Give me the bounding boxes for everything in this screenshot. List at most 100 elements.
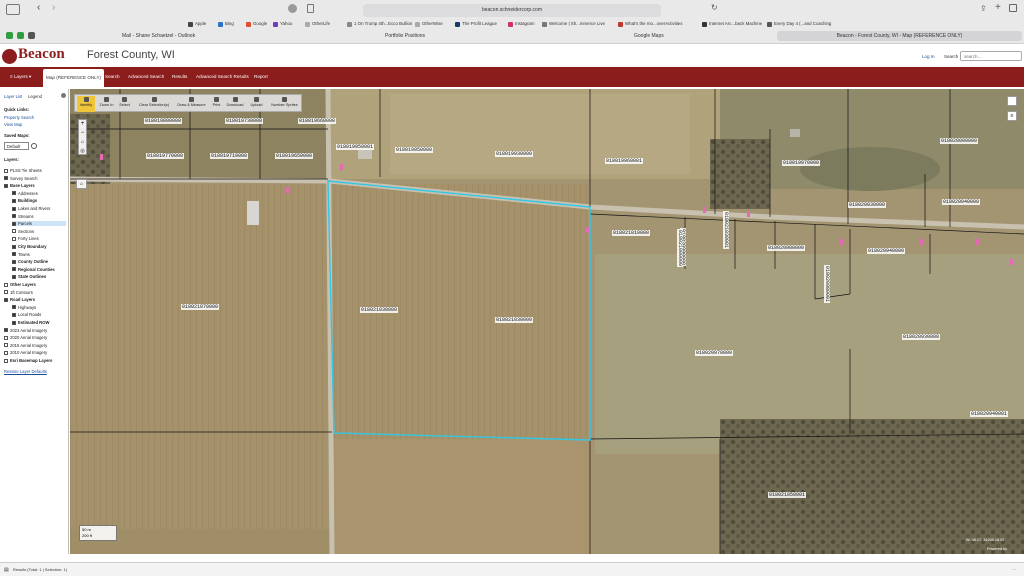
layer-checkbox[interactable]	[4, 297, 8, 302]
layer-item[interactable]: 2015 Aerial Imagery	[4, 343, 47, 348]
parcel-label[interactable]: 018020030000	[848, 202, 887, 208]
tab-overview-icon[interactable]	[1009, 4, 1017, 12]
layer-checkbox[interactable]	[12, 221, 16, 226]
layer-item[interactable]: City Boundary	[12, 244, 47, 249]
parcel-label[interactable]: 018019710000	[210, 153, 249, 159]
layer-item[interactable]: PLSS Tie Sheets	[4, 168, 42, 173]
layer-checkbox[interactable]	[4, 350, 8, 355]
browser-tab[interactable]: Mail - Shane Schaetzel - Outlook	[122, 31, 195, 41]
layer-checkbox[interactable]	[4, 168, 8, 173]
tool-button[interactable]: Identify	[77, 96, 95, 112]
tool-button[interactable]: Draw & Measure	[175, 96, 208, 112]
zoom-in-button[interactable]: +	[79, 120, 86, 129]
parcel-label[interactable]: 018020040000	[942, 199, 981, 205]
sidebar-toggle-icon[interactable]	[6, 4, 20, 15]
tool-button[interactable]: Clear Selection(s)	[135, 96, 173, 112]
tool-button[interactable]: Zoom In	[98, 96, 115, 112]
layer-item[interactable]: Base Layers	[4, 183, 35, 188]
bookmark-item[interactable]: Every Day 4 (...and Coaching	[767, 20, 831, 28]
layer-checkbox[interactable]	[4, 328, 8, 333]
bookmark-item[interactable]: 1 On Trump 4th...Ecco Bullion	[347, 20, 412, 28]
browser-tab[interactable]: Google Maps	[634, 31, 664, 41]
layer-checkbox[interactable]	[12, 206, 16, 211]
parcel-label[interactable]: 018019800000	[144, 118, 183, 124]
layer-checkbox[interactable]	[12, 252, 16, 257]
quick-link-property-search[interactable]: Property Search	[4, 115, 34, 120]
layer-checkbox[interactable]	[4, 183, 8, 188]
tool-button[interactable]: Download	[225, 96, 245, 112]
parcel-label[interactable]: 018019960001	[605, 158, 644, 164]
legend-toggle-icon[interactable]: ≡	[1007, 111, 1017, 121]
layer-checkbox[interactable]	[12, 244, 16, 249]
locate-icon[interactable]: ◎	[79, 147, 86, 156]
tab-advanced-search[interactable]: Advanced Search	[128, 67, 164, 87]
new-tab-icon[interactable]: +	[995, 2, 1001, 13]
layer-item[interactable]: Forty Lines	[12, 236, 39, 241]
layer-item[interactable]: Regional Counties	[12, 267, 55, 272]
more-icon[interactable]: ···	[1012, 563, 1016, 576]
layer-checkbox[interactable]	[12, 320, 16, 325]
layer-checkbox[interactable]	[4, 290, 8, 295]
settings-icon[interactable]	[61, 93, 66, 98]
bookmark-item[interactable]: Internet Arc...back Machine	[702, 20, 762, 28]
parcel-label[interactable]: 018019730000	[225, 118, 264, 124]
layer-item[interactable]: Towns	[12, 252, 30, 257]
layer-checkbox[interactable]	[4, 282, 8, 287]
basemap-toggle-icon[interactable]	[1007, 96, 1017, 106]
parcel-label[interactable]: 018020000000	[940, 138, 979, 144]
layer-checkbox[interactable]	[4, 343, 8, 348]
parcel-label[interactable]: 018020940000	[867, 248, 906, 254]
layer-checkbox[interactable]	[4, 358, 8, 363]
reader-icon[interactable]	[307, 4, 314, 13]
parcel-label[interactable]: 018019950000	[395, 147, 434, 153]
full-extent-icon[interactable]: ⌂	[79, 138, 86, 147]
layer-checkbox[interactable]	[4, 176, 8, 181]
extension-icon[interactable]	[6, 32, 13, 39]
tab-results[interactable]: Results	[172, 67, 187, 87]
extension-icon[interactable]	[28, 32, 35, 39]
tab-advanced-search-results[interactable]: Advanced Search Results	[196, 67, 249, 87]
parcel-label[interactable]: 018021030000	[495, 317, 534, 323]
browser-tab[interactable]: Beacon - Forest County, WI - Map (REFERE…	[777, 31, 1022, 41]
bookmark-item[interactable]: Welcome | Sh...mmerce Live	[542, 20, 605, 28]
layer-item[interactable]: Sections	[12, 229, 34, 234]
bookmark-item[interactable]: Bing	[218, 20, 234, 28]
layer-item[interactable]: Buildings	[12, 198, 37, 203]
tool-button[interactable]: Print	[210, 96, 223, 112]
browser-tab[interactable]: Portfolio Positions	[385, 31, 425, 41]
layer-item[interactable]: Parcels	[12, 221, 66, 227]
share-icon[interactable]: ⇪	[980, 4, 987, 13]
tab-legend[interactable]: Legend	[28, 94, 42, 99]
layer-checkbox[interactable]	[12, 236, 16, 241]
privacy-icon[interactable]	[288, 4, 297, 13]
parcel-label[interactable]: 018019770000	[146, 153, 185, 159]
layer-checkbox[interactable]	[12, 229, 16, 234]
layer-item[interactable]: Streams	[12, 214, 34, 219]
login-link[interactable]: Log In	[922, 54, 935, 59]
bookmark-item[interactable]: OtherWise	[415, 20, 443, 28]
parcel-label[interactable]: 018021030000	[360, 307, 399, 313]
header-search-input[interactable]	[960, 51, 1022, 61]
home-button[interactable]: ⌂	[76, 179, 87, 189]
parcel-label[interactable]: 018020930000	[902, 334, 941, 340]
layer-item[interactable]: State Outlines	[12, 274, 46, 279]
parcel-label[interactable]: 018020940001	[970, 411, 1009, 417]
tab-search[interactable]: Search	[105, 67, 120, 87]
layer-item[interactable]: 2020 Aerial Imagery	[4, 335, 47, 340]
parcel-label[interactable]: 018020980001	[824, 265, 830, 304]
layer-checkbox[interactable]	[12, 191, 16, 196]
url-bar[interactable]: beacon.schneidercorp.com	[363, 4, 661, 17]
layer-checkbox[interactable]	[12, 274, 16, 279]
layer-checkbox[interactable]	[12, 312, 16, 317]
tool-button[interactable]: Number Sprites	[268, 96, 301, 112]
parcel-label[interactable]: 018020980000	[767, 245, 806, 251]
tab-report[interactable]: Report	[254, 67, 268, 87]
parcel-label[interactable]: 018020970000	[695, 350, 734, 356]
parcel-label[interactable]: 018019660000	[298, 118, 337, 124]
layer-checkbox[interactable]	[12, 198, 16, 203]
layer-checkbox[interactable]	[12, 214, 16, 219]
parcel-label[interactable]: 018019930000	[495, 151, 534, 157]
tool-button[interactable]: Upload	[248, 96, 265, 112]
extension-icon[interactable]	[17, 32, 24, 39]
quick-link-view-map[interactable]: View Map	[4, 122, 22, 127]
